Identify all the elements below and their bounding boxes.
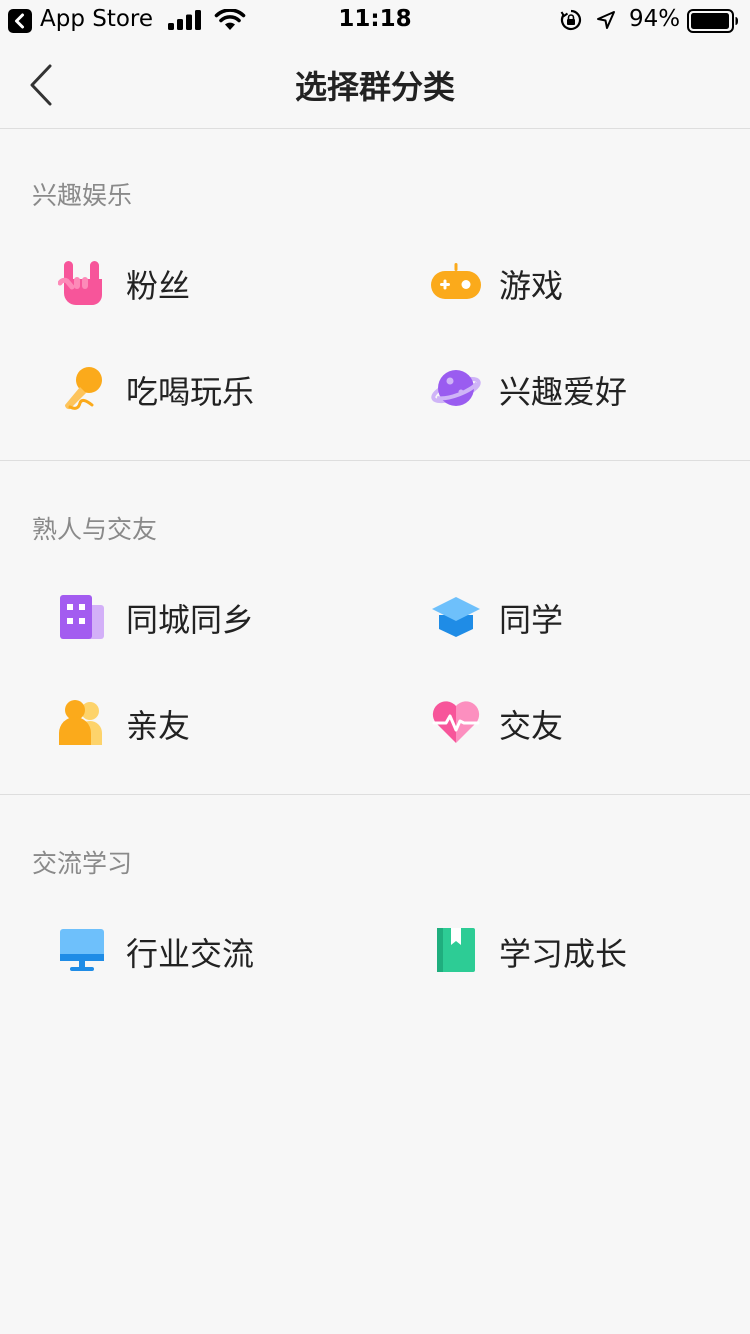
- category-item-learning-growth[interactable]: 学习成长: [431, 915, 750, 985]
- rotation-lock-icon: [560, 9, 582, 31]
- category-item-games[interactable]: 游戏: [431, 247, 750, 317]
- category-label: 游戏: [499, 267, 564, 305]
- section-divider: [0, 460, 750, 461]
- category-label: 行业交流: [126, 935, 255, 973]
- book-icon: [437, 928, 475, 972]
- planet-icon: [431, 370, 481, 406]
- category-item-hobbies[interactable]: 兴趣爱好: [431, 353, 750, 423]
- category-item-fans[interactable]: 粉丝: [58, 247, 378, 317]
- category-label: 同城同乡: [126, 601, 255, 639]
- category-label: 同学: [499, 601, 564, 639]
- section-title-learning: 交流学习: [32, 849, 133, 878]
- category-label: 学习成长: [499, 935, 628, 973]
- category-item-relatives[interactable]: 亲友: [58, 687, 378, 757]
- gamepad-icon: [431, 263, 481, 299]
- heart-pulse-icon: [432, 701, 480, 743]
- section-divider: [0, 794, 750, 795]
- category-item-industry[interactable]: 行业交流: [58, 915, 378, 985]
- section-title-interest: 兴趣娱乐: [32, 181, 133, 210]
- building-icon: [60, 595, 104, 639]
- category-label: 兴趣爱好: [499, 373, 628, 411]
- monitor-icon: [60, 929, 104, 971]
- category-item-making-friends[interactable]: 交友: [431, 687, 750, 757]
- battery-icon: [687, 9, 738, 33]
- status-bar: App Store 11:18 94%: [0, 0, 750, 40]
- category-label: 交友: [499, 707, 564, 745]
- category-label: 吃喝玩乐: [126, 373, 255, 411]
- category-label: 粉丝: [126, 267, 191, 305]
- category-label: 亲友: [126, 707, 191, 745]
- graduation-cap-icon: [432, 597, 480, 637]
- microphone-icon: [64, 367, 102, 410]
- page-title: 选择群分类: [294, 68, 455, 106]
- people-icon: [59, 700, 102, 745]
- location-icon: [597, 11, 615, 29]
- section-title-acquaintance: 熟人与交友: [32, 515, 158, 544]
- rock-hand-icon: [58, 261, 102, 305]
- category-item-food-fun[interactable]: 吃喝玩乐: [58, 353, 378, 423]
- battery-percent: 94%: [629, 6, 681, 32]
- nav-bar: 选择群分类: [0, 40, 750, 129]
- category-item-classmates[interactable]: 同学: [431, 581, 750, 651]
- category-item-same-city[interactable]: 同城同乡: [58, 581, 378, 651]
